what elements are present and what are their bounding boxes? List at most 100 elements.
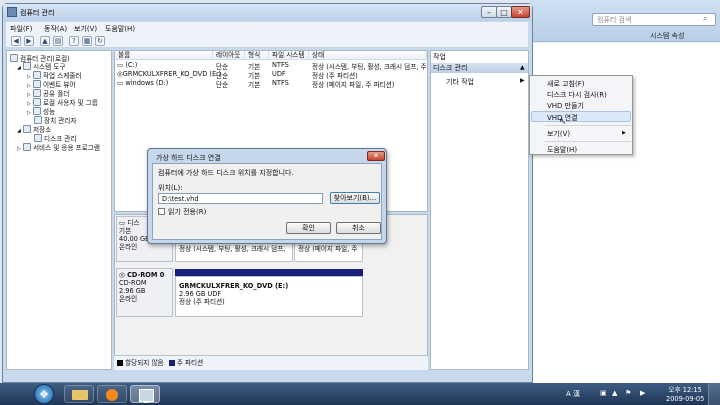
refresh-icon[interactable]: ↻ <box>95 36 105 46</box>
menu-action[interactable]: 동작(A) <box>44 24 67 34</box>
disk-status: 온라인 <box>119 295 138 303</box>
actions-pane <box>430 50 529 370</box>
partition-status: 정상 (주 파티션) <box>179 298 225 306</box>
disk-type: CD-ROM <box>119 279 147 287</box>
column-header-status[interactable]: 상태 <box>309 51 427 60</box>
volume-type: 기본 <box>248 81 261 89</box>
column-header-type[interactable]: 형식 <box>245 51 269 60</box>
partition-name: GRMCKULXFRER_KO_DVD (E:) <box>179 282 289 290</box>
forward-icon[interactable]: ▶ <box>24 36 34 46</box>
column-header-filesystem[interactable]: 파일 시스템 <box>269 51 309 60</box>
device-icon <box>34 116 42 124</box>
cancel-button[interactable]: 취소 <box>336 222 381 234</box>
volume-name-text: (C:) <box>125 61 138 69</box>
volume-filesystem: NTFS <box>272 61 289 69</box>
tree-item-label: 서비스 및 응용 프로그램 <box>32 144 100 152</box>
readonly-label[interactable]: 읽기 전용(R) <box>168 207 206 217</box>
properties-icon[interactable]: ▦ <box>82 36 92 46</box>
clock-time: 오후 12:15 <box>668 386 702 394</box>
legend-primary: 주 파티션 <box>176 359 204 367</box>
dialog-title: 가상 하드 디스크 연결 <box>156 154 221 162</box>
window-title: 컴퓨터 관리 <box>20 9 55 17</box>
disk-status: 온라인 <box>119 243 138 251</box>
volume-filesystem: NTFS <box>272 79 289 87</box>
search-input[interactable]: 컴퓨터 검색 <box>592 13 716 26</box>
disk-icon <box>34 134 42 142</box>
close-button[interactable]: ✕ <box>511 6 530 18</box>
dialog-close-button[interactable]: ✕ <box>367 151 385 161</box>
context-menu-highlight <box>531 111 631 122</box>
partition-status: 정상 (페이지 파일, 주 파티션) <box>298 245 359 253</box>
show-desktop-button[interactable] <box>708 383 720 405</box>
folder-glyph <box>72 390 88 400</box>
ok-button[interactable]: 확인 <box>286 222 331 234</box>
clock[interactable]: 오후 12:15 2009-09-05 <box>666 386 704 404</box>
tray-arrow-icon[interactable]: ▲ <box>612 389 617 397</box>
menu-item-create-vhd[interactable]: VHD 만들기 <box>547 101 584 111</box>
actions-header: 작업 <box>433 53 446 61</box>
actions-more[interactable]: 기타 작업 <box>446 77 474 87</box>
volume-name-text: windows (D:) <box>125 79 169 87</box>
clock-date: 2009-09-05 <box>666 395 705 403</box>
menu-separator <box>545 141 631 142</box>
dialog-description: 컴퓨터에 가상 하드 디스크 위치를 지정합니다. <box>158 169 294 177</box>
legend: 할당되지 않음 주 파티션 <box>114 355 428 370</box>
minimize-button[interactable]: – <box>481 6 497 18</box>
menu-item-view[interactable]: 보기(V) <box>547 129 570 139</box>
explorer-icon[interactable] <box>64 385 94 403</box>
show-hide-tree-icon[interactable]: ▤ <box>53 36 63 46</box>
network-icon[interactable]: ▣ <box>600 389 607 397</box>
submenu-arrow-icon: ▶ <box>520 77 525 84</box>
computer-glyph <box>139 389 154 402</box>
disk-size: 2.96 GB <box>119 287 146 295</box>
disk-name-text: CD-ROM 0 <box>127 271 165 279</box>
services-icon <box>22 143 31 151</box>
language-ime-indicator[interactable]: A 漢 <box>566 389 580 399</box>
volume-name: ◎GRMCKULXFRER_KO_DVD (E:) <box>117 70 221 78</box>
computer-management-icon[interactable] <box>130 385 160 403</box>
readonly-checkbox[interactable] <box>158 208 165 215</box>
location-input[interactable]: D:\test.vhd <box>158 193 323 204</box>
column-header-layout[interactable]: 레이아웃 <box>213 51 245 60</box>
volume-filesystem: UDF <box>272 70 286 78</box>
title-bar[interactable] <box>3 4 532 21</box>
menu-separator <box>545 125 631 126</box>
partition-size: 2.96 GB UDF <box>179 290 222 298</box>
location-label: 위치(L): <box>158 184 183 192</box>
clock-icon <box>32 71 41 79</box>
folder-icon <box>32 89 41 97</box>
actions-disk-management[interactable]: 디스크 관리 <box>431 63 528 73</box>
cdrom-0-label[interactable]: ◎ CD-ROM 0 CD-ROM 2.96 GB 온라인 <box>116 268 173 317</box>
menu-item-refresh[interactable]: 새로 고침(F) <box>547 79 584 89</box>
system-properties-button[interactable]: 시스템 속성 <box>650 31 684 41</box>
unallocated-swatch <box>117 360 123 366</box>
event-icon <box>32 80 41 88</box>
performance-icon <box>32 107 41 115</box>
volume-name: ▭ windows (D:) <box>117 79 169 87</box>
column-header-volume[interactable]: 볼륨 <box>115 51 213 60</box>
flag-icon[interactable]: ⚑ <box>625 389 631 397</box>
start-button[interactable]: ❖ <box>34 384 54 404</box>
partition-bar <box>175 269 363 276</box>
menu-file[interactable]: 파일(F) <box>10 24 32 34</box>
collapse-arrow-icon[interactable]: ▲ <box>520 64 525 71</box>
up-icon[interactable]: ▲ <box>40 36 50 46</box>
legend-unallocated: 할당되지 않음 <box>125 359 164 367</box>
tree-item-services-apps[interactable]: ▷ 서비스 및 응용 프로그램 <box>17 142 100 152</box>
back-icon[interactable]: ◀ <box>11 36 21 46</box>
browse-button[interactable]: 찾아보기(B)... <box>330 192 380 204</box>
volume-icon[interactable]: ▶ <box>640 389 645 397</box>
menu-help[interactable]: 도움말(H) <box>105 24 135 34</box>
maximize-button[interactable]: □ <box>496 6 512 18</box>
menu-item-help[interactable]: 도움말(H) <box>547 145 577 155</box>
media-player-icon[interactable] <box>97 385 127 403</box>
menu-view[interactable]: 보기(V) <box>74 24 97 34</box>
help-icon[interactable]: ? <box>69 36 79 46</box>
users-icon <box>32 98 41 106</box>
disk-name-text: 디스 <box>127 219 140 227</box>
partition-e[interactable]: GRMCKULXFRER_KO_DVD (E:) 2.96 GB UDF 정상 … <box>175 276 363 317</box>
volume-name-text: GRMCKULXFRER_KO_DVD (E:) <box>122 70 221 78</box>
menu-item-rescan-disks[interactable]: 디스크 다시 검사(R) <box>547 90 607 100</box>
submenu-arrow-icon: ▶ <box>622 130 626 136</box>
search-icon[interactable]: ⌕ <box>703 14 713 24</box>
